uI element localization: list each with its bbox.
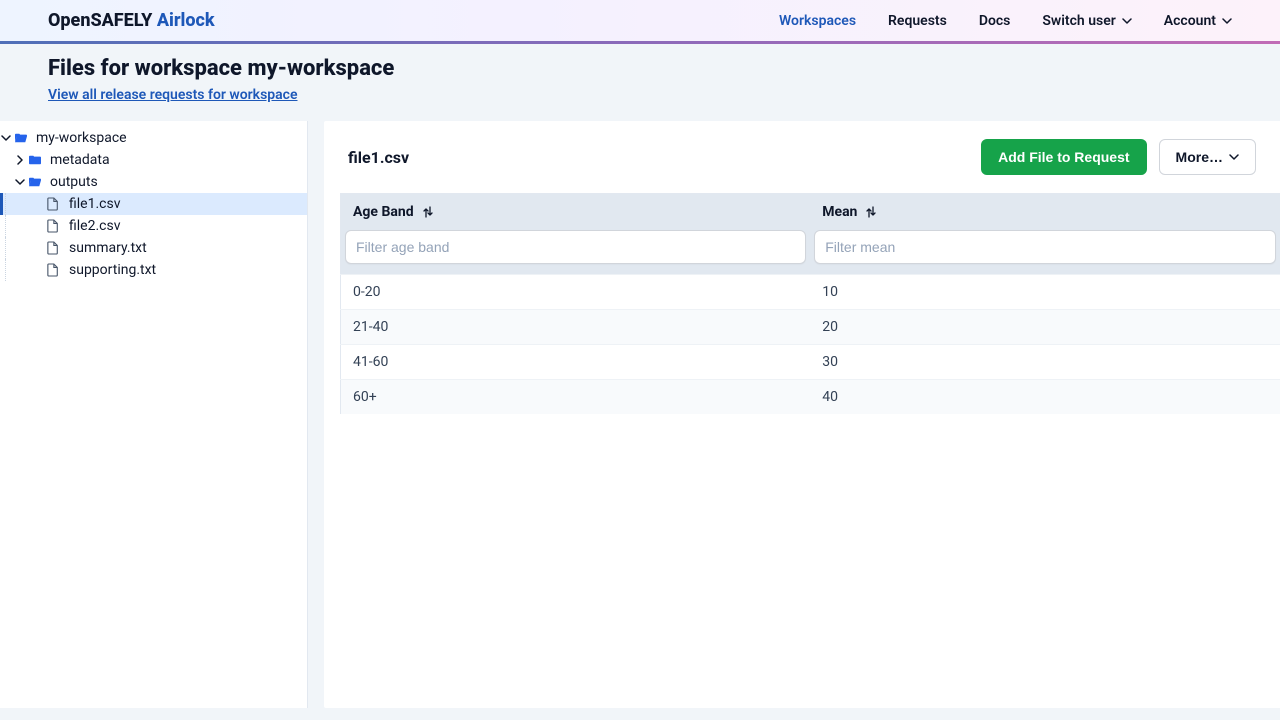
chevron-down-icon	[0, 133, 12, 143]
file-title: file1.csv	[348, 148, 969, 167]
file-icon	[47, 197, 65, 211]
view-all-requests-link[interactable]: View all release requests for workspace	[48, 87, 298, 103]
cell-mean: 10	[810, 275, 1280, 310]
content-panel: file1.csv Add File to Request More… Age …	[324, 121, 1280, 708]
filter-mean-input[interactable]	[814, 230, 1276, 264]
nav-links: Workspaces Requests Docs Switch user Acc…	[779, 13, 1232, 29]
more-button[interactable]: More…	[1159, 139, 1256, 175]
tree-folder-outputs[interactable]: outputs	[0, 171, 307, 193]
column-header-label: Mean	[822, 204, 857, 220]
table-row: 21-40 20	[341, 310, 1280, 345]
nav-workspaces[interactable]: Workspaces	[779, 13, 856, 29]
folder-open-icon	[28, 176, 46, 188]
nav-account-label: Account	[1164, 13, 1216, 29]
page-title: Files for workspace my-workspace	[48, 56, 1232, 81]
cell-age-band: 60+	[341, 380, 811, 415]
tree-folder-metadata[interactable]: metadata	[0, 149, 307, 171]
tree-label: summary.txt	[69, 240, 147, 256]
column-header-mean[interactable]: Mean	[810, 194, 1280, 227]
data-table: Age Band Mean	[340, 193, 1280, 414]
cell-age-band: 21-40	[341, 310, 811, 345]
tree-label: my-workspace	[36, 130, 127, 146]
chevron-down-icon	[1222, 16, 1232, 26]
cell-mean: 30	[810, 345, 1280, 380]
chevron-down-icon	[1122, 16, 1132, 26]
filter-age-band-input[interactable]	[345, 230, 806, 264]
nav-account[interactable]: Account	[1164, 13, 1232, 29]
file-icon	[47, 219, 65, 233]
content-header: file1.csv Add File to Request More…	[324, 121, 1280, 193]
tree-folder-root[interactable]: my-workspace	[0, 127, 307, 149]
main-layout: my-workspace metadata	[0, 121, 1280, 720]
column-header-age-band[interactable]: Age Band	[341, 194, 811, 227]
table-row: 0-20 10	[341, 275, 1280, 310]
file-icon	[47, 241, 65, 255]
add-file-to-request-button[interactable]: Add File to Request	[981, 139, 1146, 175]
folder-icon	[28, 154, 46, 166]
tree-label: file1.csv	[69, 196, 120, 212]
table-row: 41-60 30	[341, 345, 1280, 380]
tree-file-file2[interactable]: file2.csv	[0, 215, 307, 237]
nav-switch-user[interactable]: Switch user	[1042, 13, 1131, 29]
file-icon	[47, 263, 65, 277]
brand-accent: Airlock	[157, 10, 215, 31]
nav-requests[interactable]: Requests	[888, 13, 947, 29]
tree-file-file1[interactable]: file1.csv	[0, 193, 307, 215]
cell-mean: 20	[810, 310, 1280, 345]
sort-icon	[865, 205, 877, 219]
chevron-right-icon	[14, 155, 26, 165]
brand-main: OpenSAFELY	[48, 10, 152, 31]
cell-age-band: 41-60	[341, 345, 811, 380]
tree-label: outputs	[50, 174, 98, 190]
tree-label: supporting.txt	[69, 262, 156, 278]
table-row: 60+ 40	[341, 380, 1280, 415]
tree-file-summary[interactable]: summary.txt	[0, 237, 307, 259]
folder-open-icon	[14, 132, 32, 144]
top-navbar: OpenSAFELY Airlock Workspaces Requests D…	[0, 0, 1280, 44]
tree-label: metadata	[50, 152, 110, 168]
file-tree-sidebar: my-workspace metadata	[0, 121, 308, 708]
nav-switch-user-label: Switch user	[1042, 13, 1115, 29]
page-header: Files for workspace my-workspace View al…	[0, 44, 1280, 121]
cell-age-band: 0-20	[341, 275, 811, 310]
cell-mean: 40	[810, 380, 1280, 415]
chevron-down-icon	[1229, 152, 1239, 162]
tree-label: file2.csv	[69, 218, 120, 234]
brand-logo[interactable]: OpenSAFELY Airlock	[48, 10, 215, 31]
tree-file-supporting[interactable]: supporting.txt	[0, 259, 307, 281]
column-header-label: Age Band	[353, 204, 414, 220]
more-button-label: More…	[1176, 149, 1223, 165]
nav-docs[interactable]: Docs	[979, 13, 1011, 29]
sort-icon	[422, 205, 434, 219]
chevron-down-icon	[14, 177, 26, 187]
